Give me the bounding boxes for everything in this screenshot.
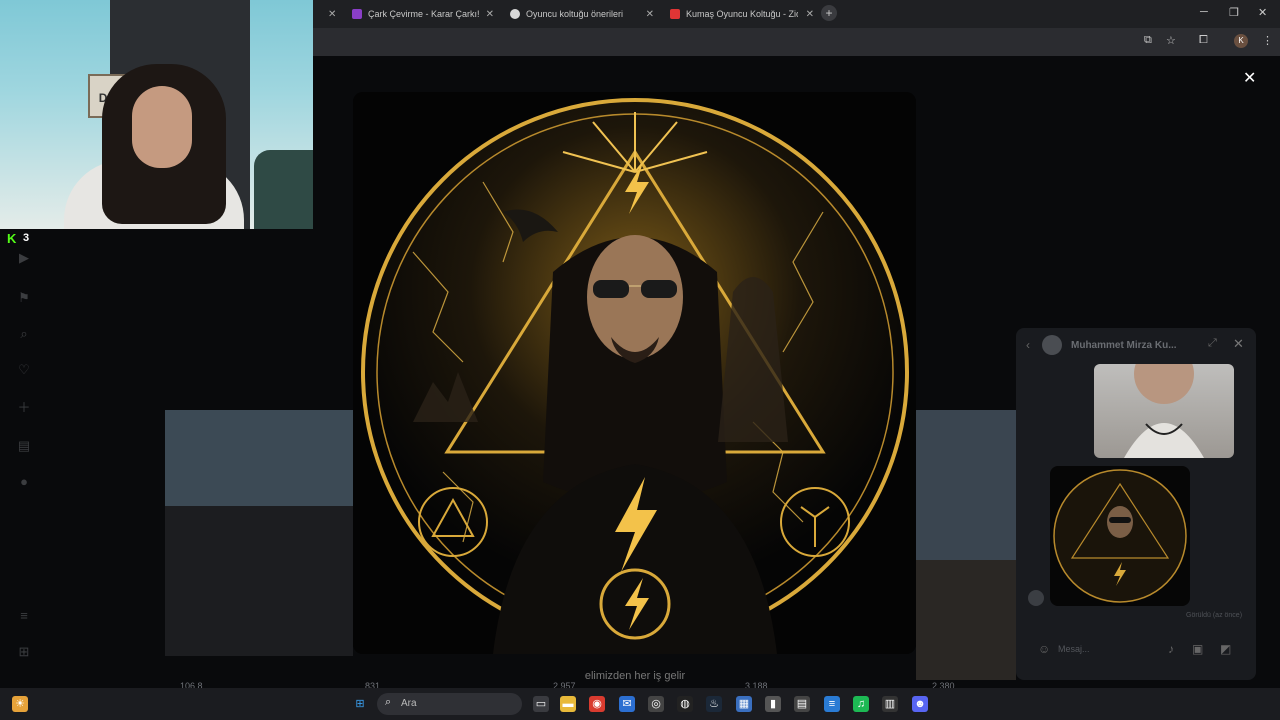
lightbox-caption: elimizden her iş gelir	[584, 670, 686, 682]
calculator-icon[interactable]: ▦	[736, 696, 752, 712]
thumbnail-video-1[interactable]	[165, 410, 353, 506]
tab-label: Çark Çevirme - Karar Çarkı!	[368, 9, 480, 19]
task-view-icon[interactable]: ▭	[533, 696, 549, 712]
taskbar-search[interactable]: ⌕ Ara	[377, 693, 522, 715]
notepad-icon[interactable]: ≡	[824, 696, 840, 712]
thumbnail-video-4[interactable]	[916, 560, 1016, 680]
extensions-icon[interactable]: ⧠	[1199, 34, 1208, 47]
tab-label: Oyuncu koltuğu önerileri	[526, 9, 624, 19]
search-placeholder: Ara	[401, 698, 417, 709]
restore-icon[interactable]: ❐	[1229, 6, 1239, 19]
kick-logo-icon: K	[7, 231, 17, 246]
expand-icon[interactable]: ⤢	[1208, 337, 1217, 350]
message-input[interactable]: Mesaj...	[1058, 644, 1090, 654]
lightbox-image[interactable]	[353, 92, 916, 654]
profile-avatar[interactable]: K	[1234, 34, 1248, 48]
tab-chair-recommendations[interactable]: Oyuncu koltuğu önerileri ✕	[502, 3, 658, 25]
app-icon[interactable]: ▥	[882, 696, 898, 712]
steam-icon[interactable]: ♨	[706, 696, 722, 712]
spotify-icon[interactable]: ♫	[853, 696, 869, 712]
image-upload-icon[interactable]: ▣	[1192, 642, 1203, 656]
media-icon[interactable]: ▤	[794, 696, 810, 712]
file-explorer-icon[interactable]: ▬	[560, 696, 576, 712]
more-menu-icon[interactable]: ⋮	[1262, 34, 1273, 47]
tab-label: Kumaş Oyuncu Koltuğu - Zio G	[686, 9, 798, 19]
tab-close-prev[interactable]: ✕	[320, 3, 336, 25]
wheel-favicon-icon	[352, 9, 362, 19]
cast-icon[interactable]: ⧉	[1144, 34, 1152, 47]
chatgpt-favicon-icon	[510, 9, 520, 19]
tab-fabric-chair[interactable]: Kumaş Oyuncu Koltuğu - Zio G ✕	[662, 3, 818, 25]
usb-icon[interactable]: ▮	[765, 696, 781, 712]
thumbnail-video-2[interactable]	[165, 506, 353, 656]
windows-start-icon[interactable]: ⊞	[352, 696, 368, 712]
new-tab-button[interactable]: +	[821, 5, 837, 21]
chat-image-selfie[interactable]	[1094, 364, 1234, 458]
portrait-artwork	[353, 92, 916, 654]
emoji-icon[interactable]: ☺	[1038, 642, 1050, 656]
selfie-thumbnail	[1124, 364, 1204, 458]
mail-icon[interactable]: ✉	[619, 696, 635, 712]
chevron-left-icon[interactable]: ‹	[1026, 338, 1030, 352]
close-icon[interactable]: ✕	[806, 9, 814, 20]
chat-image-artwork[interactable]	[1050, 466, 1190, 606]
avatar[interactable]	[1042, 335, 1062, 355]
sticker-icon[interactable]: ◩	[1220, 642, 1231, 656]
thumbnail-video-3[interactable]	[916, 410, 1016, 560]
windows-taskbar	[0, 688, 1280, 720]
window-close-icon[interactable]: ✕	[1258, 6, 1267, 19]
seen-status: Görüldü (az önce)	[1186, 612, 1243, 619]
chat-popup: ‹ Muhammet Mirza Ku... ⤢ ✕ Görüldü (az ö…	[1016, 328, 1256, 680]
chat-input-row: ☺ Mesaj... ♪ ▣ ◩	[1016, 636, 1256, 666]
tab-wheel[interactable]: Çark Çevirme - Karar Çarkı! ✕	[344, 3, 498, 25]
chrome-icon[interactable]: ◉	[589, 696, 605, 712]
bookmark-star-icon[interactable]: ☆	[1166, 34, 1176, 47]
zio-favicon-icon	[670, 9, 680, 19]
obs-icon[interactable]: ◎	[648, 696, 664, 712]
webcam-chair	[254, 150, 313, 229]
weather-widget-icon[interactable]: ☀	[12, 696, 28, 712]
close-icon[interactable]: ✕	[486, 9, 494, 20]
chat-contact-name[interactable]: Muhammet Mirza Ku...	[1071, 340, 1177, 351]
microphone-icon[interactable]: ♪	[1168, 642, 1174, 656]
webcam-face	[132, 86, 192, 168]
app-icon[interactable]: ◍	[677, 696, 693, 712]
webcam-overlay: DAV	[0, 0, 313, 229]
search-icon: ⌕	[385, 696, 392, 708]
minimize-icon[interactable]: ─	[1200, 6, 1208, 18]
discord-icon[interactable]: ☻	[912, 696, 928, 712]
artwork-thumbnail	[1053, 469, 1187, 603]
close-icon[interactable]: ✕	[1233, 336, 1244, 352]
viewer-count: 3	[23, 232, 30, 244]
reaction-avatar	[1028, 590, 1044, 606]
close-icon[interactable]: ✕	[646, 9, 654, 20]
close-lightbox-icon[interactable]: ✕	[1243, 68, 1256, 88]
